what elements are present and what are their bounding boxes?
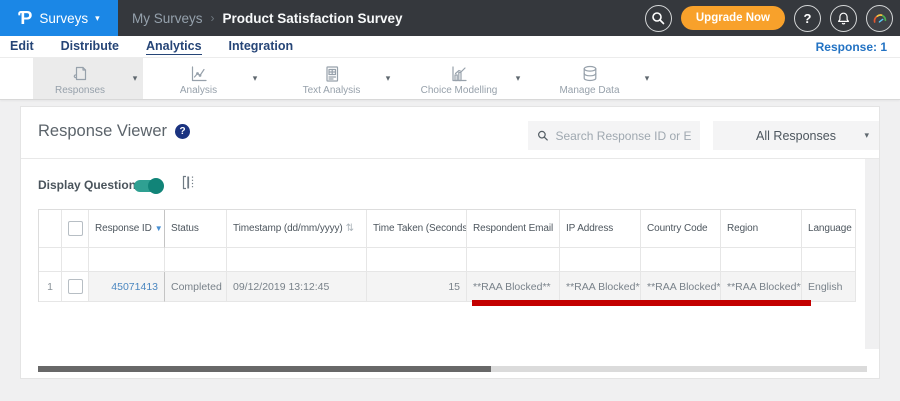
sort-desc-icon — [155, 224, 163, 233]
toolbar-item-choice-modelling[interactable]: Choice Modelling — [408, 58, 526, 99]
filter-cell-response-id — [89, 248, 165, 272]
help-icon: ? — [803, 10, 812, 26]
column-header-region[interactable]: Region — [721, 210, 802, 248]
filter-cell-language — [802, 248, 856, 272]
tab-analytics[interactable]: Analytics — [145, 39, 202, 55]
column-header-time-taken-seconds[interactable]: Time Taken (Seconds) — [367, 210, 467, 248]
filter-cell-timestamp-dd-mm-yyyy — [227, 248, 367, 272]
analysis-dropdown-caret-icon[interactable] — [247, 74, 263, 83]
responses-icon — [73, 66, 87, 81]
display-questions-label: Display Questions — [38, 178, 143, 192]
raa-blocked-annotation — [472, 300, 811, 306]
column-header-ip-address[interactable]: IP Address — [560, 210, 641, 248]
notifications-button[interactable] — [830, 4, 857, 32]
column-header-response-id[interactable]: Response ID — [89, 210, 165, 248]
filter-cell-country-code — [641, 248, 721, 272]
column-header-timestamp-dd-mm-yyyy[interactable]: Timestamp (dd/mm/yyyy) — [227, 210, 367, 248]
responses-filter-dropdown[interactable]: All Responses — [713, 121, 879, 150]
cell-timestamp-dd-mm-yyyy: 09/12/2019 13:12:45 — [227, 272, 367, 302]
survey-nav-tabs: Edit Distribute Analytics Integration Re… — [0, 36, 900, 58]
manage-data-dropdown-caret-icon[interactable] — [639, 74, 655, 83]
search-input[interactable] — [555, 128, 691, 143]
display-questions-toggle[interactable] — [134, 178, 164, 194]
divider — [21, 158, 879, 159]
choice-modelling-icon — [452, 66, 467, 82]
response-viewer-panel: Response Viewer ? All Responses Display … — [20, 106, 880, 379]
toolbar-item-responses[interactable]: Responses — [33, 58, 143, 99]
text-analysis-dropdown-caret-icon[interactable] — [380, 74, 396, 83]
response-count-label: Response: 1 — [815, 39, 887, 54]
sort-both-icon — [346, 223, 354, 234]
help-button[interactable]: ? — [794, 4, 821, 32]
search-icon — [538, 130, 548, 141]
table-row: 1 45071413 Completed 09/12/2019 13:12:45 15 *… — [39, 272, 856, 302]
freeze-columns-button[interactable] — [180, 174, 197, 191]
filter-cell-status — [165, 248, 227, 272]
cell-response-id: 45071413 — [89, 272, 165, 302]
toolbar-item-text-analysis[interactable]: Text Analysis — [283, 58, 396, 99]
select-all-header — [62, 210, 89, 248]
cell-time-taken-seconds: 15 — [367, 272, 467, 302]
response-viewer-help-icon[interactable]: ? — [175, 124, 191, 139]
filter-cell-ip-address — [560, 248, 641, 272]
app-menu-label: Surveys — [39, 10, 89, 26]
column-header-respondent-email[interactable]: Respondent Email — [467, 210, 560, 248]
select-all-checkbox[interactable] — [67, 221, 83, 236]
toolbar-item-manage-data[interactable]: Manage Data — [540, 58, 655, 99]
section-title: Response Viewer ? — [38, 122, 191, 141]
responses-table: Response IDStatusTimestamp (dd/mm/yyyy)T… — [38, 209, 856, 302]
freeze-columns-icon — [182, 175, 194, 190]
cell-ip-address: **RAA Blocked** — [560, 272, 641, 302]
analysis-icon — [191, 66, 207, 82]
cell-language: English — [802, 272, 856, 302]
horizontal-scrollbar-track — [38, 366, 867, 372]
cell-respondent-email: **RAA Blocked** — [467, 272, 560, 302]
responses-dropdown-caret-icon[interactable] — [127, 74, 143, 83]
analytics-toolbar: Responses Analysis Text Analysis — [0, 58, 900, 100]
row-number-header — [39, 210, 62, 248]
chevron-down-icon — [864, 131, 869, 140]
toolbar-item-analysis[interactable]: Analysis — [150, 58, 263, 99]
chevron-down-icon — [95, 14, 100, 23]
manage-data-icon — [583, 65, 596, 82]
row-number-cell: 1 — [39, 272, 62, 302]
breadcrumb: My Surveys › Product Satisfaction Survey — [132, 11, 403, 26]
account-avatar[interactable] — [866, 4, 893, 32]
tab-integration[interactable]: Integration — [229, 39, 294, 55]
horizontal-scrollbar-thumb[interactable] — [38, 366, 491, 372]
app-window: Ƥ Surveys My Surveys › Product Satisfact… — [0, 0, 900, 401]
filter-cell-checkbox — [62, 248, 89, 272]
text-analysis-icon — [325, 66, 338, 82]
avatar-gauge-icon — [873, 13, 887, 23]
tab-distribute[interactable]: Distribute — [61, 39, 119, 55]
choice-modelling-dropdown-caret-icon[interactable] — [510, 74, 526, 83]
app-switcher[interactable]: Ƥ Surveys — [0, 0, 118, 36]
top-bar: Ƥ Surveys My Surveys › Product Satisfact… — [0, 0, 900, 36]
search-icon — [652, 12, 665, 25]
filter-cell-respondent-email — [467, 248, 560, 272]
cell-status: Completed — [165, 272, 227, 302]
upgrade-now-button[interactable]: Upgrade Now — [680, 6, 785, 30]
column-header-country-code[interactable]: Country Code — [641, 210, 721, 248]
bell-icon — [838, 12, 849, 24]
column-header-language[interactable]: Language — [802, 210, 856, 248]
filter-cell-region — [721, 248, 802, 272]
tab-edit[interactable]: Edit — [10, 39, 34, 55]
breadcrumb-separator-icon: › — [210, 11, 215, 25]
column-header-status[interactable]: Status — [165, 210, 227, 248]
response-search-box — [528, 121, 700, 150]
page-title: Product Satisfaction Survey — [222, 10, 403, 26]
search-button[interactable] — [644, 4, 672, 32]
cell-region: **RAA Blocked** — [721, 272, 802, 302]
questionpro-logo-icon: Ƥ — [18, 7, 33, 28]
cell-country-code: **RAA Blocked** — [641, 272, 721, 302]
vertical-scroll-gutter — [865, 159, 879, 349]
topbar-actions: Upgrade Now ? — [644, 4, 900, 32]
filter-cell-time-taken-seconds — [367, 248, 467, 272]
response-id-link[interactable]: 45071413 — [111, 281, 158, 293]
row-checkbox[interactable] — [67, 279, 83, 294]
filter-cell-rownum — [39, 248, 62, 272]
breadcrumb-my-surveys[interactable]: My Surveys — [132, 11, 203, 26]
